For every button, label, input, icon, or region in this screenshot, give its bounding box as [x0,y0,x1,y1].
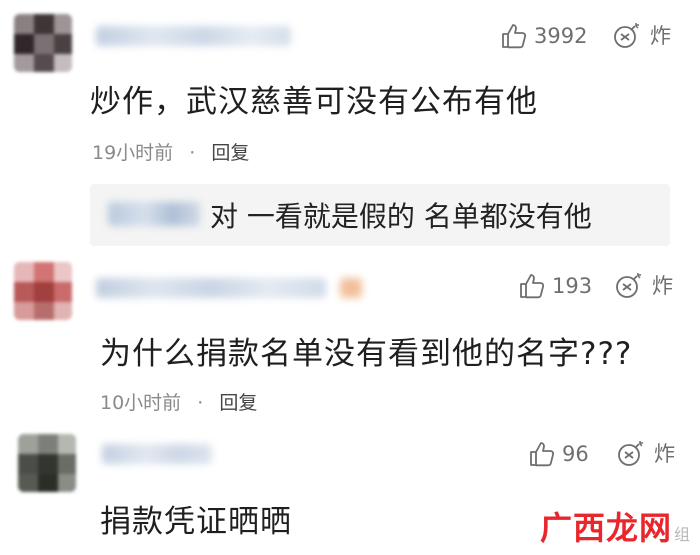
bomb-icon [614,23,639,48]
username[interactable] [96,26,291,46]
reply-username[interactable] [108,202,200,226]
bomb-button[interactable]: 炸 [612,20,671,50]
username[interactable] [96,278,326,298]
bomb-button[interactable]: 炸 [614,270,673,300]
bomb-button[interactable]: 炸 [616,438,675,468]
comment-list: 3992 炸 炒作，武汉慈善可没有公布有他 19小时前 · 回复 对 一看就是假… [0,0,700,555]
like-button[interactable]: 193 [518,272,592,300]
watermark: 广西龙网 组 [540,503,690,549]
like-count: 96 [562,442,589,466]
bomb-label: 炸 [654,442,675,466]
bomb-label: 炸 [652,274,673,298]
comment-meta: 10小时前 · 回复 [100,388,257,415]
watermark-brand: 广西龙网 [539,509,672,547]
watermark-sub: 组 [673,525,690,544]
reply-link[interactable]: 回复 [211,142,249,164]
timestamp: 19小时前 [92,142,174,164]
user-badge [340,278,362,298]
meta-separator: · [197,392,204,414]
comment-item: 193 炸 为什么捐款名单没有看到他的名字??? 10小时前 · 回复 [0,250,700,420]
comment-text: 炒作，武汉慈善可没有公布有他 [90,84,538,120]
reply-preview[interactable]: 对 一看就是假的 名单都没有他 [90,184,670,246]
bomb-icon [618,441,643,466]
comment-text: 捐款凭证晒晒 [100,504,292,540]
reply-text: 对 一看就是假的 名单都没有他 [210,200,592,233]
avatar[interactable] [14,262,72,320]
avatar[interactable] [14,14,72,72]
bomb-icon [616,273,641,298]
like-button[interactable]: 3992 [500,22,587,50]
comment-meta: 19小时前 · 回复 [92,138,249,165]
meta-separator: · [189,142,196,164]
avatar[interactable] [18,434,76,492]
like-button[interactable]: 96 [528,440,589,468]
thumbs-up-icon [530,442,555,467]
timestamp: 10小时前 [100,392,182,414]
thumbs-up-icon [502,24,527,49]
bomb-label: 炸 [650,24,671,48]
username[interactable] [102,444,212,464]
comment-item: 3992 炸 炒作，武汉慈善可没有公布有他 19小时前 · 回复 对 一看就是假… [0,0,700,250]
like-count: 193 [552,274,593,298]
thumbs-up-icon [520,274,545,299]
like-count: 3992 [534,24,588,48]
reply-link[interactable]: 回复 [219,392,257,414]
comment-text: 为什么捐款名单没有看到他的名字??? [100,336,633,372]
